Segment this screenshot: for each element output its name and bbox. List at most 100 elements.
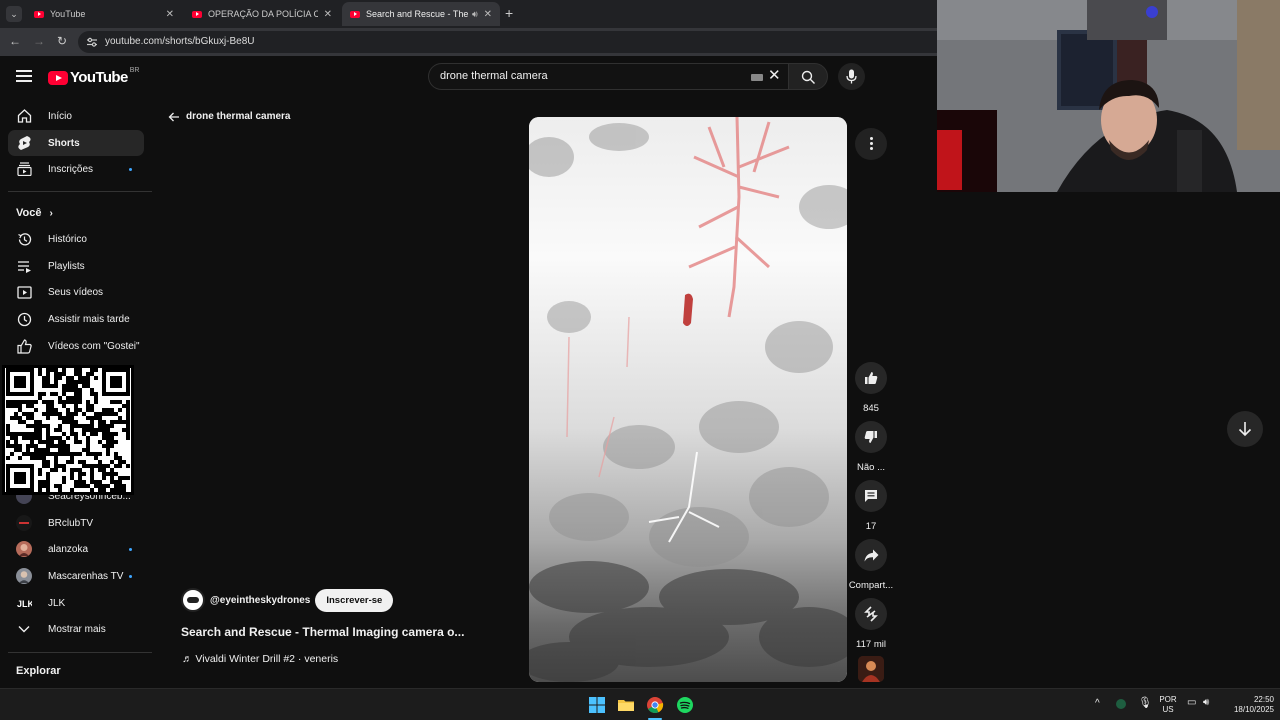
voice-search-button[interactable] <box>838 63 865 90</box>
sidebar-item-label: Vídeos com "Gostei" <box>48 340 140 352</box>
next-short-button[interactable] <box>1227 411 1263 447</box>
youtube-favicon-icon <box>34 10 44 18</box>
sidebar-item-assistir-mais-tarde[interactable]: Assistir mais tarde <box>8 306 144 332</box>
new-content-dot <box>129 168 132 171</box>
sidebar-divider <box>8 652 152 653</box>
home-icon <box>16 108 32 124</box>
sidebar-item-label: Shorts <box>48 137 80 149</box>
reload-icon[interactable]: ↻ <box>57 34 67 48</box>
clock[interactable]: 22:50 18/10/2025 <box>1222 695 1274 715</box>
shorts-icon <box>16 135 32 151</box>
sidebar-item-videos-gostei[interactable]: Vídeos com "Gostei" <box>8 333 144 359</box>
language-indicator[interactable]: POR US <box>1156 695 1180 715</box>
tab-search-button[interactable]: ⌄ <box>6 6 22 22</box>
search-query-text: drone thermal camera <box>440 70 548 82</box>
sidebar-subscription-item[interactable]: alanzoka <box>8 536 144 562</box>
music-label[interactable]: ♬ Vivaldi Winter Drill #2 · veneris <box>182 653 338 665</box>
close-tab-icon[interactable]: ✕ <box>166 9 174 20</box>
sidebar-item-historico[interactable]: Histórico <box>8 226 144 252</box>
language-code: POR <box>1159 695 1177 704</box>
youtube-favicon-icon <box>192 10 202 18</box>
keyboard-icon[interactable] <box>751 74 763 81</box>
search-input[interactable]: drone thermal camera ✕ <box>428 63 788 90</box>
sidebar-item-inscricoes[interactable]: Inscrições <box>8 156 144 182</box>
remix-count: 117 mil <box>856 639 886 650</box>
short-video-player[interactable] <box>529 117 847 682</box>
address-bar[interactable]: youtube.com/shorts/bGkuxj-Be8U <box>78 31 948 53</box>
sound-thumbnail[interactable] <box>858 656 884 682</box>
channel-avatar[interactable] <box>181 588 205 612</box>
comments-button[interactable]: 17 <box>848 480 894 532</box>
remix-button[interactable]: 117 mil <box>848 598 894 650</box>
search-icon <box>801 70 815 84</box>
history-icon <box>16 231 32 247</box>
new-content-dot <box>129 575 132 578</box>
sidebar-item-label: Seus vídeos <box>48 286 104 298</box>
sidebar-item-label: Início <box>48 110 72 122</box>
clear-search-icon[interactable]: ✕ <box>768 68 781 83</box>
thumbs-up-icon <box>865 372 878 384</box>
sidebar-item-label: JLK <box>48 597 66 609</box>
thumbs-down-icon <box>864 431 877 443</box>
sidebar-item-label: Mascarenhas TV <box>48 570 124 582</box>
network-icon[interactable]: ▭ <box>1187 698 1196 708</box>
sidebar-item-label: Histórico <box>48 233 87 245</box>
sidebar-you-header[interactable]: Você › <box>16 207 53 219</box>
more-options-button[interactable] <box>855 128 887 160</box>
sidebar-subscription-item[interactable]: JLK JLK <box>8 590 144 616</box>
microphone-tray-icon[interactable]: 🎙︎ <box>1138 698 1152 709</box>
chevron-up-icon[interactable]: ^ <box>1095 699 1100 709</box>
your-videos-icon <box>16 284 32 300</box>
back-arrow-icon[interactable]: ← <box>9 34 21 48</box>
browser-tab-operacao[interactable]: OPERAÇÃO DA POLÍCIA CIVIL I ✕ <box>184 2 340 26</box>
sidebar-divider <box>8 191 152 192</box>
browser-tab-search-and-rescue[interactable]: Search and Rescue - Therm 🔊︎ ✕ <box>342 2 500 26</box>
url-text: youtube.com/shorts/bGkuxj-Be8U <box>105 36 255 47</box>
guide-menu-icon[interactable] <box>16 70 32 82</box>
dislike-button[interactable]: Não ... <box>848 421 894 473</box>
comment-count: 17 <box>865 521 877 532</box>
new-tab-button[interactable]: + <box>505 5 513 21</box>
file-explorer-icon[interactable] <box>617 696 635 714</box>
channel-name[interactable]: @eyeintheskydrones <box>210 595 310 606</box>
site-settings-icon[interactable] <box>86 36 98 48</box>
close-tab-icon[interactable]: ✕ <box>484 9 492 20</box>
search-button[interactable] <box>788 63 828 90</box>
short-title[interactable]: Search and Rescue - Thermal Imaging came… <box>181 625 464 639</box>
spotify-icon[interactable] <box>676 696 694 714</box>
section-title: Você <box>16 207 42 219</box>
sidebar-item-label: Playlists <box>48 260 85 272</box>
browser-tab-youtube[interactable]: YouTube ✕ <box>26 2 182 26</box>
remix-icon <box>864 606 878 622</box>
youtube-logo[interactable]: YouTube BR <box>48 67 139 86</box>
back-label: drone thermal camera <box>186 111 291 122</box>
tab-title: YouTube <box>50 9 86 19</box>
tray-app-icon[interactable] <box>1116 699 1126 709</box>
channel-avatar <box>16 515 32 531</box>
sidebar-show-more[interactable]: Mostrar mais <box>8 616 144 642</box>
subscribe-button[interactable]: Inscrever-se <box>315 588 394 612</box>
youtube-favicon-icon <box>350 10 360 18</box>
sidebar-item-inicio[interactable]: Início <box>8 103 144 129</box>
channel-row: @eyeintheskydrones Inscrever-se <box>181 588 394 612</box>
forward-arrow-icon[interactable]: → <box>33 34 45 48</box>
sidebar-item-shorts[interactable]: Shorts <box>8 130 144 156</box>
channel-avatar: JLK <box>16 595 32 611</box>
like-button[interactable]: 845 <box>848 362 894 414</box>
arrow-left-icon <box>168 112 179 121</box>
clock-time: 22:50 <box>1253 695 1274 704</box>
tab-title: OPERAÇÃO DA POLÍCIA CIVIL I <box>208 9 318 19</box>
share-button[interactable]: Compart... <box>848 539 894 591</box>
sidebar-item-seus-videos[interactable]: Seus vídeos <box>8 279 144 305</box>
sidebar-item-label: BRclubTV <box>48 517 94 529</box>
sidebar-subscription-item[interactable]: BRclubTV <box>8 510 144 536</box>
sidebar-item-label: alanzoka <box>48 543 89 555</box>
windows-start-icon[interactable] <box>588 696 606 714</box>
shorts-back-button[interactable]: drone thermal camera <box>168 111 291 122</box>
speaker-icon[interactable]: 🔊︎ <box>472 9 478 20</box>
close-tab-icon[interactable]: ✕ <box>324 9 332 20</box>
sidebar-subscription-item[interactable]: Mascarenhas TV <box>8 563 144 589</box>
chrome-icon[interactable] <box>646 696 664 714</box>
volume-icon[interactable]: 🔊︎ <box>1203 698 1209 708</box>
sidebar-item-playlists[interactable]: Playlists <box>8 253 144 279</box>
